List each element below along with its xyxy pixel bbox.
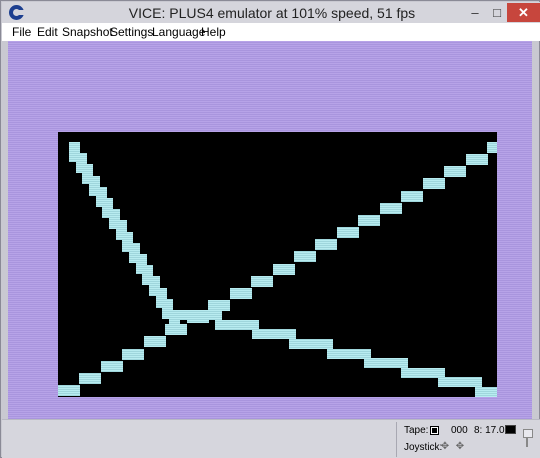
tape-counter: 000 [451,425,468,436]
window-title: VICE: PLUS4 emulator at 101% speed, 51 f… [128,5,416,21]
menu-edit[interactable]: Edit [37,25,58,39]
rising-line-segment [251,276,273,287]
rising-line-segment [208,300,230,311]
menu-snapshot[interactable]: Snapshot [62,25,113,39]
falling-line-segment-flat [252,329,296,339]
rising-line-segment [273,264,295,275]
rising-line-segment [401,191,423,202]
rising-line-segment [380,203,402,214]
rising-line-segment [423,178,445,189]
tape-label: Tape: [404,425,429,436]
rising-line-segment [337,227,359,238]
rising-line-segment [230,288,252,299]
rising-line-segment [315,239,337,250]
joystick-label: Joystick: [404,442,443,453]
menu-bar: File Edit Snapshot Settings Language Hel… [2,23,540,41]
rising-line-segment [487,142,497,153]
drive-led-icon [505,425,516,434]
joystick-port2-icon[interactable]: ✥ [454,441,466,453]
falling-line-segment-flat [438,377,482,387]
rising-line-segment [444,166,466,177]
rising-line-segment [294,251,316,262]
rising-line-segment [101,361,123,372]
status-bar: Tape: 000 8: 17.0 Joystick: ✥ ✥ [2,419,540,458]
maximize-button[interactable]: □ [486,3,508,22]
emulator-window: VICE: PLUS4 emulator at 101% speed, 51 f… [0,0,540,458]
menu-file[interactable]: File [12,25,31,39]
drive-status: 8: 17.0 [474,425,505,436]
tape-icon[interactable] [430,426,439,435]
falling-line-segment-flat [289,339,333,349]
minimize-button[interactable]: – [464,3,486,22]
status-divider [396,422,397,457]
emulator-screen[interactable] [8,41,532,419]
title-bar[interactable]: VICE: PLUS4 emulator at 101% speed, 51 f… [2,2,540,23]
emulator-display[interactable] [58,132,497,397]
falling-line-segment-flat [364,358,408,368]
falling-line-segment-flat [401,368,445,378]
falling-line-segment-flat [475,387,497,397]
display-canvas [58,132,497,397]
rising-line-segment [58,385,80,396]
close-button[interactable]: ✕ [507,3,540,22]
falling-line-segment-flat [327,349,371,359]
menu-language[interactable]: Language [152,25,205,39]
menu-settings[interactable]: Settings [110,25,153,39]
falling-line-segment-flat [215,320,259,330]
rising-line-segment [79,373,101,384]
rising-line-segment [144,336,166,347]
rising-line-segment [358,215,380,226]
rising-line-segment [466,154,488,165]
falling-line-segment-flat [178,310,222,320]
joystick-port1-icon[interactable]: ✥ [439,441,451,453]
menu-help[interactable]: Help [201,25,226,39]
resize-grip-icon[interactable] [522,429,533,448]
rising-line-segment [122,349,144,360]
